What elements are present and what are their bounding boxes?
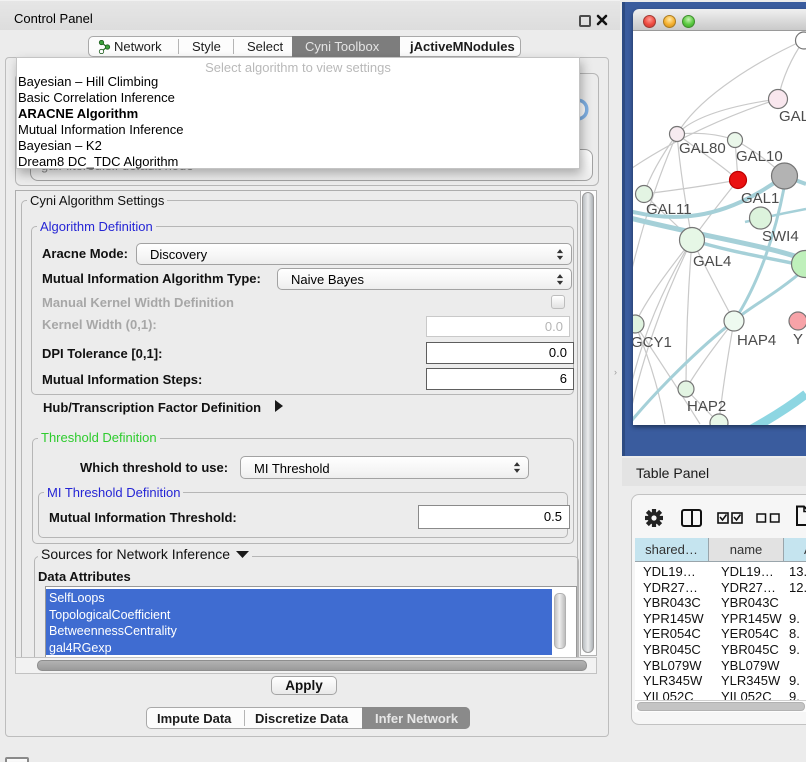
svg-text:GAL4: GAL4 — [693, 253, 731, 270]
svg-text:GAL11: GAL11 — [646, 201, 692, 218]
svg-text:SWI4: SWI4 — [762, 228, 799, 245]
svg-text:Y: Y — [793, 331, 803, 348]
svg-text:GAL10: GAL10 — [736, 148, 783, 165]
svg-text:HAP4: HAP4 — [737, 332, 776, 349]
svg-text:GCY1: GCY1 — [633, 334, 672, 351]
svg-text:GAL1: GAL1 — [741, 190, 779, 207]
svg-text:GAL7: GAL7 — [779, 108, 806, 125]
svg-text:GAL80: GAL80 — [679, 140, 726, 157]
svg-text:HAP2: HAP2 — [687, 398, 726, 415]
